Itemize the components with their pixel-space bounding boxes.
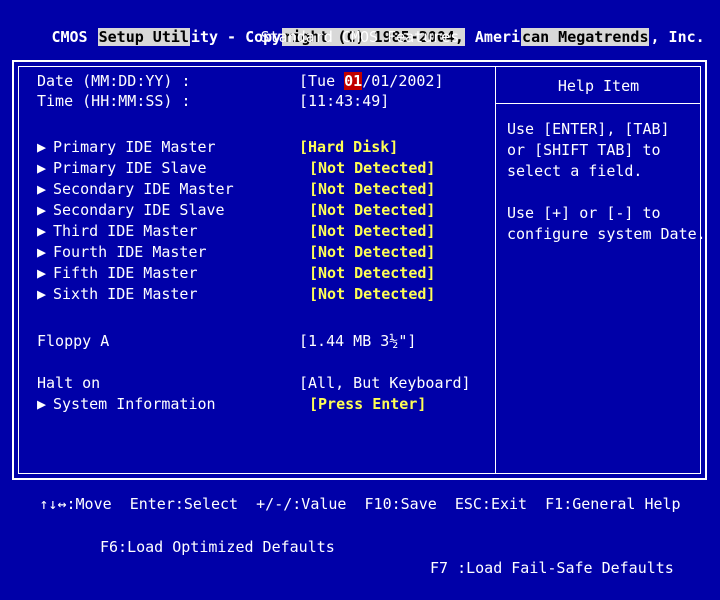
ide-item-value[interactable]: [Not Detected] bbox=[309, 284, 435, 305]
ide-item-value[interactable]: [Not Detected] bbox=[309, 200, 435, 221]
page-subtitle: Standard CMOS Features bbox=[260, 28, 460, 46]
help-divider bbox=[495, 103, 700, 104]
footer-f7-hint: F7 :Load Fail-Safe Defaults bbox=[430, 559, 674, 577]
ide-item-value[interactable]: [Not Detected] bbox=[309, 158, 435, 179]
submenu-arrow-icon: ▶ bbox=[37, 180, 47, 198]
footer-bar: ↑↓↔:Move Enter:Select +/-/:Value F10:Sav… bbox=[0, 490, 720, 577]
ide-item-label: Primary IDE Slave bbox=[53, 159, 207, 177]
header-title: CMOS Setup Util ity - Copy right (C) 1985-… bbox=[0, 4, 720, 46]
ide-item-primary-slave[interactable]: ▶ Primary IDE Slave [Not Detected] bbox=[37, 158, 435, 179]
ide-item-primary-master[interactable]: ▶ Primary IDE Master [Hard Disk] bbox=[37, 137, 398, 158]
help-title: Help Item bbox=[557, 77, 640, 95]
ide-item-label: Fourth IDE Master bbox=[53, 243, 207, 261]
floppy-label: Floppy A bbox=[37, 332, 110, 350]
submenu-arrow-icon: ▶ bbox=[37, 138, 47, 156]
ide-item-value[interactable]: [Not Detected] bbox=[309, 221, 435, 242]
time-value[interactable]: [11:43:49] bbox=[299, 91, 389, 112]
submenu-arrow-icon: ▶ bbox=[37, 395, 47, 413]
ide-item-fourth-master[interactable]: ▶ Fourth IDE Master [Not Detected] bbox=[37, 242, 435, 263]
date-month-selected[interactable]: 01 bbox=[344, 72, 363, 90]
ide-item-value[interactable]: [Hard Disk] bbox=[299, 137, 398, 158]
ide-item-value[interactable]: [Not Detected] bbox=[309, 242, 435, 263]
system-information-label: System Information bbox=[53, 395, 216, 413]
halt-on-label: Halt on bbox=[37, 374, 101, 392]
panel-divider-vertical bbox=[495, 67, 496, 473]
floppy-value[interactable]: [1.44 MB 3½"] bbox=[299, 331, 416, 352]
ide-item-secondary-slave[interactable]: ▶ Secondary IDE Slave [Not Detected] bbox=[37, 200, 435, 221]
help-text: Use [ENTER], [TAB] or [SHIFT TAB] to sel… bbox=[507, 120, 706, 243]
ide-item-label: Primary IDE Master bbox=[53, 138, 216, 156]
submenu-arrow-icon: ▶ bbox=[37, 243, 47, 261]
ide-item-fifth-master[interactable]: ▶ Fifth IDE Master [Not Detected] bbox=[37, 263, 435, 284]
submenu-arrow-icon: ▶ bbox=[37, 222, 47, 240]
ide-item-label: Sixth IDE Master bbox=[53, 285, 198, 303]
ide-item-sixth-master[interactable]: ▶ Sixth IDE Master [Not Detected] bbox=[37, 284, 435, 305]
date-value[interactable]: [Tue 01/01/2002] bbox=[299, 71, 444, 92]
ide-item-secondary-master[interactable]: ▶ Secondary IDE Master [Not Detected] bbox=[37, 179, 435, 200]
date-prefix: [Tue bbox=[299, 72, 345, 90]
ide-item-value[interactable]: [Not Detected] bbox=[309, 179, 435, 200]
ide-item-third-master[interactable]: ▶ Third IDE Master [Not Detected] bbox=[37, 221, 435, 242]
main-frame: Help Item Use [ENTER], [TAB] or [SHIFT T… bbox=[12, 60, 707, 480]
ide-item-label: Secondary IDE Master bbox=[53, 180, 234, 198]
submenu-arrow-icon: ▶ bbox=[37, 201, 47, 219]
ide-item-value[interactable]: [Not Detected] bbox=[309, 263, 435, 284]
floppy-row[interactable]: Floppy A [1.44 MB 3½"] bbox=[37, 331, 416, 352]
footer-keys-line1: ↑↓↔:Move Enter:Select +/-/:Value F10:Sav… bbox=[39, 495, 681, 513]
ide-item-label: Secondary IDE Slave bbox=[53, 201, 225, 219]
footer-f6-hint: F6:Load Optimized Defaults bbox=[100, 538, 335, 556]
halt-on-row[interactable]: Halt on [All, But Keyboard] bbox=[37, 373, 471, 394]
system-information-row[interactable]: ▶ System Information [Press Enter] bbox=[37, 394, 426, 415]
date-suffix: /01/2002] bbox=[362, 72, 444, 90]
header-bar: CMOS Setup Util ity - Copy right (C) 1985-… bbox=[0, 0, 720, 50]
date-label: Date (MM:DD:YY) : bbox=[37, 72, 191, 90]
footer-keys-line2: F6:Load Optimized Defaults F7 :Load Fail… bbox=[0, 516, 720, 600]
ide-item-label: Fifth IDE Master bbox=[53, 264, 198, 282]
system-information-value[interactable]: [Press Enter] bbox=[309, 394, 426, 415]
time-label: Time (HH:MM:SS) : bbox=[37, 92, 191, 110]
submenu-arrow-icon: ▶ bbox=[37, 264, 47, 282]
main-panel: Help Item Use [ENTER], [TAB] or [SHIFT T… bbox=[18, 66, 706, 474]
submenu-arrow-icon: ▶ bbox=[37, 159, 47, 177]
halt-on-value[interactable]: [All, But Keyboard] bbox=[299, 373, 471, 394]
ide-item-label: Third IDE Master bbox=[53, 222, 198, 240]
submenu-arrow-icon: ▶ bbox=[37, 285, 47, 303]
date-row[interactable]: Date (MM:DD:YY) : [Tue 01/01/2002] bbox=[37, 71, 444, 92]
time-row[interactable]: Time (HH:MM:SS) : [11:43:49] bbox=[37, 91, 389, 112]
